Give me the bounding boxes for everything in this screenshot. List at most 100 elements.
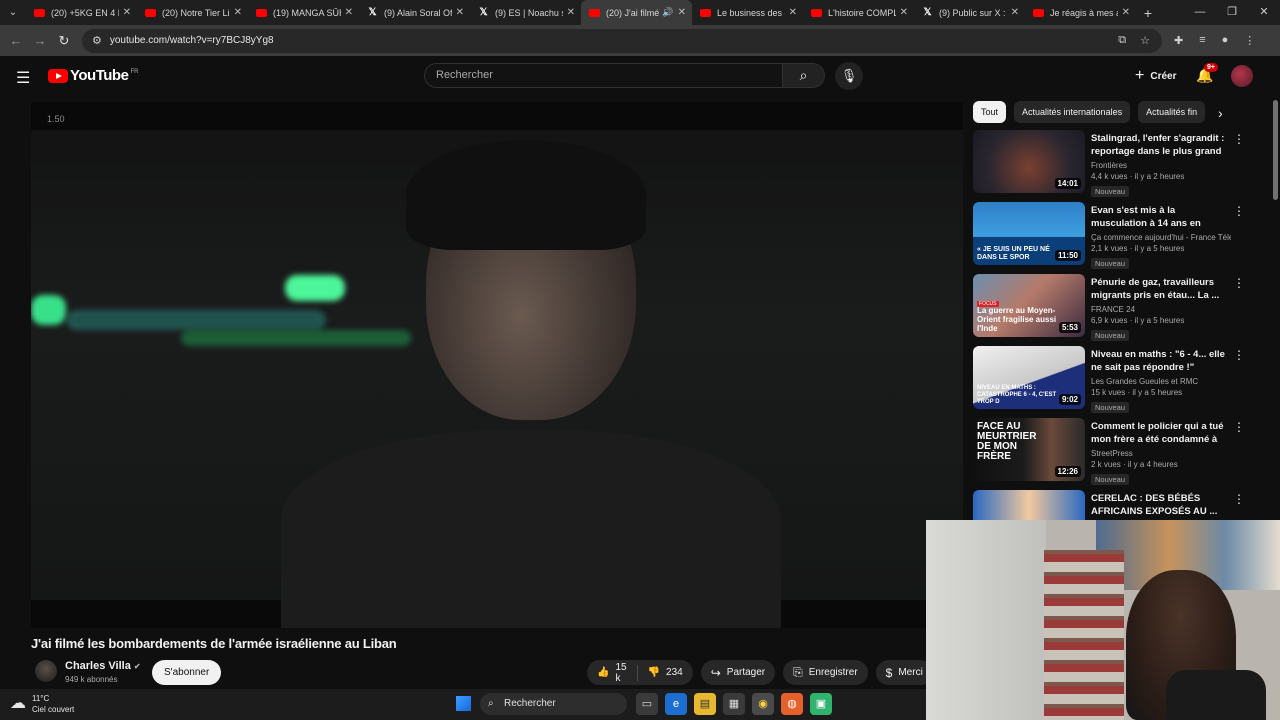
weather-widget[interactable]: ☁ 11°C Ciel couvert <box>10 693 74 715</box>
like-button[interactable]: 👍 15 k <box>587 660 637 685</box>
browser-tab[interactable]: Le business des s ✕ <box>692 0 803 25</box>
recommendation-title[interactable]: Evan s'est mis à la musculation à 14 ans… <box>1091 204 1231 230</box>
back-icon[interactable]: ← <box>4 33 28 48</box>
recommendation-item[interactable]: FACE AU MEURTRIER DE MON FRÈRE 12:26 Comme… <box>973 418 1253 490</box>
browser-menu-icon[interactable]: ⋮ <box>1244 34 1255 47</box>
channel-avatar[interactable] <box>35 660 57 682</box>
tab-search-icon[interactable]: ⌄ <box>0 0 26 25</box>
new-tab-icon[interactable]: + <box>1136 5 1160 21</box>
tab-close-icon[interactable]: ✕ <box>1011 7 1019 18</box>
filter-chip[interactable]: Tout <box>973 101 1007 123</box>
recommendation-item[interactable]: FOCUS La guerre au Moyen-Orient fragilise… <box>973 274 1253 346</box>
recommendation-channel[interactable]: Ça commence aujourd'hui - France Télévi.… <box>1091 233 1231 242</box>
recommendation-channel[interactable]: FRANCE 24 <box>1091 305 1231 314</box>
search-button[interactable]: ⌕ <box>783 63 825 88</box>
recommendation-title[interactable]: Pénurie de gaz, travailleurs migrants pr… <box>1091 276 1231 302</box>
speaker-icon[interactable]: 🔊 <box>662 7 673 18</box>
recommendation-title[interactable]: Stalingrad, l'enfer s'agrandit : reporta… <box>1091 132 1231 158</box>
extensions-icon[interactable]: ✚ <box>1174 34 1183 47</box>
recommendation-item[interactable]: NIVEAU EN MATHS : CATASTROPHE 6 - 4, C'E… <box>973 346 1253 418</box>
recommendation-item[interactable]: « JE SUIS UN PEU NÉ DANS LE SPOR 11:50 Eva… <box>973 202 1253 274</box>
more-options-icon[interactable]: ⋮ <box>1233 348 1245 362</box>
video-thumbnail[interactable]: NIVEAU EN MATHS : CATASTROPHE 6 - 4, C'E… <box>973 346 1085 409</box>
subscribe-button[interactable]: S'abonner <box>152 660 222 685</box>
address-bar[interactable]: ⚙ youtube.com/watch?v=ry7BCJ8yYg8 ⧉ ☆ <box>82 28 1162 53</box>
recommendation-title[interactable]: Niveau en maths : "6 - 4... elle ne sait… <box>1091 348 1231 374</box>
recommendation-channel[interactable]: Frontières <box>1091 161 1231 170</box>
dislike-button[interactable]: 👎 234 <box>638 660 693 685</box>
tab-close-icon[interactable]: ✕ <box>567 7 575 18</box>
reload-icon[interactable]: ↻ <box>52 33 76 49</box>
taskbar-search[interactable]: ⌕ Rechercher <box>480 693 627 715</box>
video-thumbnail[interactable]: 14:01 <box>973 130 1085 193</box>
chrome-icon[interactable]: ◉ <box>752 693 774 715</box>
video-thumbnail[interactable]: FACE AU MEURTRIER DE MON FRÈRE 12:26 <box>973 418 1085 481</box>
media-control-icon[interactable]: ≡ <box>1199 34 1205 47</box>
browser-tab[interactable]: 𝕏 (9) Alain Soral Of ✕ <box>359 0 470 25</box>
recommendation-item[interactable]: 14:01 Stalingrad, l'enfer s'agrandit : re… <box>973 130 1253 202</box>
share-button[interactable]: ↪ Partager <box>700 660 776 685</box>
tab-close-icon[interactable]: ✕ <box>234 7 242 18</box>
tab-close-icon[interactable]: ✕ <box>900 7 908 18</box>
video-frame[interactable] <box>31 130 963 628</box>
more-options-icon[interactable]: ⋮ <box>1233 204 1245 218</box>
browser-tab[interactable]: (19) MANGA SÛR ✕ <box>248 0 359 25</box>
browser-tab[interactable]: L'histoire COMPL ✕ <box>803 0 914 25</box>
tab-close-icon[interactable]: ✕ <box>456 7 464 18</box>
edge-icon[interactable]: e <box>665 693 687 715</box>
store-icon[interactable]: ▦ <box>723 693 745 715</box>
recommendation-channel[interactable]: StreetPress <box>1091 449 1231 458</box>
save-button[interactable]: ⎘ Enregistrer <box>783 660 868 685</box>
search-input[interactable]: Rechercher <box>424 63 783 88</box>
account-avatar[interactable] <box>1231 65 1253 87</box>
more-options-icon[interactable]: ⋮ <box>1233 420 1245 434</box>
browser-tab[interactable]: (20) Notre Tier Li ✕ <box>137 0 248 25</box>
thanks-button[interactable]: $ Merci <box>875 660 933 685</box>
firefox-icon[interactable]: ◍ <box>781 693 803 715</box>
bookmark-star-icon[interactable]: ☆ <box>1140 34 1150 47</box>
recommendation-channel[interactable]: Les Grandes Gueules et RMC <box>1091 377 1231 386</box>
video-player[interactable]: 1.50 <box>31 102 963 628</box>
browser-tab-strip: ⌄ (20) +5KG EN 4 M ✕ (20) Notre Tier Li ✕ (1… <box>0 0 1280 25</box>
windows-start-icon[interactable] <box>456 696 471 711</box>
more-options-icon[interactable]: ⋮ <box>1233 492 1245 506</box>
browser-tab[interactable]: 𝕏 (9) ES | Noachu su ✕ <box>470 0 581 25</box>
maximize-icon[interactable]: ❐ <box>1216 0 1248 25</box>
create-button[interactable]: + Créer <box>1129 65 1182 87</box>
tab-close-icon[interactable]: ✕ <box>345 7 353 18</box>
minimize-icon[interactable]: — <box>1184 0 1216 25</box>
file-explorer-icon[interactable]: ▤ <box>694 693 716 715</box>
tab-close-icon[interactable]: ✕ <box>789 7 797 18</box>
browser-tab[interactable]: 𝕏 (9) Public sur X : ✕ <box>914 0 1025 25</box>
install-app-icon[interactable]: ⧉ <box>1118 34 1126 47</box>
tab-close-icon[interactable]: ✕ <box>678 7 686 18</box>
recommendation-title[interactable]: CERELAC : DES BÉBÉS AFRICAINS EXPOSÉS AU… <box>1091 492 1231 518</box>
channel-name[interactable]: Charles Villa ✔ <box>65 660 141 672</box>
app-icon[interactable]: ▣ <box>810 693 832 715</box>
tab-close-icon[interactable]: ✕ <box>123 7 131 18</box>
filter-chip[interactable]: Actualités internationales <box>1014 101 1131 123</box>
browser-tab[interactable]: (20) J'ai filmé 🔊 ✕ <box>581 0 692 25</box>
recommendation-title[interactable]: Comment le policier qui a tué mon frère … <box>1091 420 1231 446</box>
filter-chip[interactable]: Actualités fin <box>1138 101 1206 123</box>
close-window-icon[interactable]: ✕ <box>1248 0 1280 25</box>
browser-tab[interactable]: Je réagis à mes ai ✕ <box>1025 0 1136 25</box>
profile-icon[interactable]: ● <box>1222 34 1229 47</box>
forward-icon[interactable]: → <box>28 33 52 48</box>
task-view-icon[interactable]: ▭ <box>636 693 658 715</box>
browser-tab[interactable]: (20) +5KG EN 4 M ✕ <box>26 0 137 25</box>
menu-icon[interactable]: ☰ <box>16 68 30 88</box>
video-thumbnail[interactable]: FOCUS La guerre au Moyen-Orient fragilise… <box>973 274 1085 337</box>
share-label: Partager <box>726 667 766 678</box>
more-options-icon[interactable]: ⋮ <box>1233 276 1245 290</box>
video-thumbnail[interactable]: « JE SUIS UN PEU NÉ DANS LE SPOR 11:50 <box>973 202 1085 265</box>
tab-close-icon[interactable]: ✕ <box>1122 7 1130 18</box>
chevron-right-icon[interactable]: › <box>1218 105 1223 121</box>
voice-search-icon[interactable]: 🎙 <box>835 62 863 90</box>
recommendation-list: 14:01 Stalingrad, l'enfer s'agrandit : re… <box>973 130 1253 562</box>
site-info-icon[interactable]: ⚙ <box>92 34 102 47</box>
youtube-logo[interactable]: YouTube FR <box>48 67 138 84</box>
more-options-icon[interactable]: ⋮ <box>1233 132 1245 146</box>
notifications-bell-icon[interactable]: 🔔 9+ <box>1196 63 1218 84</box>
page-scrollbar[interactable] <box>1273 100 1278 200</box>
